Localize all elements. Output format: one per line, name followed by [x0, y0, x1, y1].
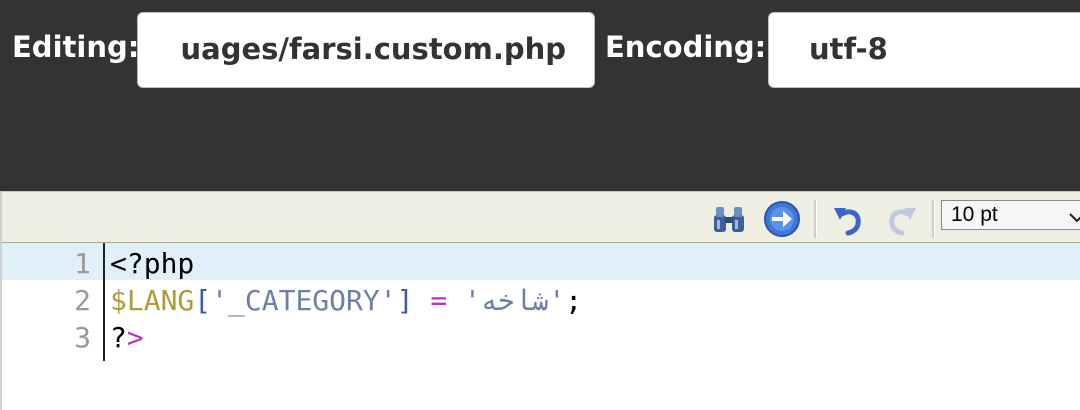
- file-path-field[interactable]: uages/farsi.custom.php: [137, 12, 595, 88]
- font-size-select[interactable]: 10 pt: [941, 200, 1080, 230]
- line-number: 3: [74, 321, 91, 354]
- text-cursor: [103, 243, 105, 361]
- chevron-down-icon: [1069, 207, 1080, 223]
- toolbar-separator: [932, 200, 935, 238]
- code-line: 3 ?>: [2, 317, 1080, 354]
- line-content: <?php: [110, 247, 194, 280]
- editing-label: Editing:: [12, 30, 140, 64]
- php-open-tag: <?php: [110, 247, 195, 280]
- php-close-gt: >: [126, 321, 144, 354]
- operator-token: =: [430, 284, 448, 317]
- code-area[interactable]: 1 <?php 2 $LANG['_CATEGORY'] = 'شاخه'; 3…: [2, 243, 1080, 354]
- undo-icon[interactable]: [828, 200, 866, 238]
- semicolon-token: ;: [565, 284, 583, 317]
- encoding-value: utf-8: [809, 32, 888, 66]
- encoding-label: Encoding:: [605, 30, 767, 64]
- line-content: ?>: [110, 321, 144, 354]
- string-token: 'شاخه': [464, 284, 566, 317]
- code-line: 1 <?php: [2, 243, 1080, 280]
- line-content: $LANG['_CATEGORY'] = 'شاخه';: [110, 284, 582, 317]
- line-number: 2: [74, 284, 91, 317]
- code-line: 2 $LANG['_CATEGORY'] = 'شاخه';: [2, 280, 1080, 317]
- code-editor[interactable]: 10 pt 1 <?php 2 $LANG['_CATEGORY'] = 'شا…: [0, 191, 1080, 410]
- goto-arrow-icon[interactable]: [763, 200, 801, 238]
- line-number: 1: [74, 247, 91, 280]
- redo-icon[interactable]: [884, 200, 922, 238]
- bracket-token: ]: [396, 284, 414, 317]
- encoding-field[interactable]: utf-8: [768, 12, 1080, 88]
- file-path-value: uages/farsi.custom.php: [180, 32, 566, 66]
- variable-token: $LANG: [110, 284, 195, 317]
- bracket-token: [: [194, 284, 212, 317]
- file-header: Editing: uages/farsi.custom.php Encoding…: [0, 0, 1080, 191]
- font-size-value: 10 pt: [951, 203, 998, 226]
- toolbar-separator: [814, 200, 817, 238]
- php-close-question: ?: [110, 321, 127, 354]
- editor-toolbar: 10 pt: [2, 191, 1080, 243]
- binoculars-icon[interactable]: [710, 200, 748, 238]
- string-token: '_CATEGORY': [211, 284, 397, 317]
